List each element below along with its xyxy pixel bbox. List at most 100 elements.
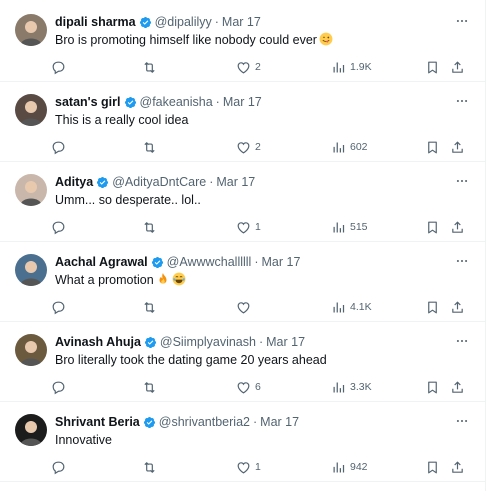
bookmark-button[interactable] [425, 57, 440, 77]
views-button[interactable]: 1.9K [331, 57, 372, 77]
reply-button[interactable] [51, 217, 70, 237]
verified-badge-icon[interactable] [143, 416, 156, 429]
bookmark-button[interactable] [425, 217, 440, 237]
repost-button[interactable] [142, 137, 161, 157]
more-options-icon[interactable] [452, 172, 472, 190]
views-button[interactable]: 4.1K [331, 297, 372, 317]
user-handle[interactable]: @dipalilyy [155, 14, 212, 31]
verified-badge-icon[interactable] [144, 336, 157, 349]
verified-badge-icon[interactable] [96, 176, 109, 189]
repost-button[interactable] [142, 57, 161, 77]
heart-icon [236, 60, 251, 75]
tweet[interactable]: Shrivant Beria @shrivantberia2 · Mar 17 … [0, 402, 486, 482]
tweet-date[interactable]: Mar 17 [260, 414, 299, 431]
tweet[interactable]: Aditya @AdityaDntCare · Mar 17 Umm... so… [0, 162, 486, 242]
views-button[interactable]: 942 [331, 457, 368, 477]
like-button[interactable]: 6 [236, 377, 261, 397]
repost-button[interactable] [142, 377, 161, 397]
winking-tongue-face-emoji-icon [319, 32, 333, 46]
tweet-text: What a promotion [55, 272, 456, 289]
reply-icon [51, 380, 66, 395]
analytics-icon [331, 220, 346, 235]
views-button[interactable]: 602 [331, 137, 368, 157]
tweet-date[interactable]: Mar 17 [223, 94, 262, 111]
views-button[interactable]: 515 [331, 217, 368, 237]
more-options-icon[interactable] [452, 332, 472, 350]
face-with-tears-of-joy-emoji-icon [172, 272, 186, 286]
display-name[interactable]: Avinash Ahuja [55, 334, 141, 351]
repost-button[interactable] [142, 217, 161, 237]
tweet[interactable]: dipali sharma @dipalilyy · Mar 17 Bro is… [0, 2, 486, 82]
display-name[interactable]: satan's girl [55, 94, 121, 111]
like-button[interactable]: 2 [236, 137, 261, 157]
separator-dot: · [209, 175, 214, 189]
tweet-text-content: Innovative [55, 433, 112, 447]
avatar[interactable] [15, 94, 47, 126]
user-handle[interactable]: @fakeanisha [140, 94, 213, 111]
verified-badge-icon[interactable] [151, 256, 164, 269]
view-count: 1.9K [350, 61, 372, 73]
bookmark-button[interactable] [425, 377, 440, 397]
display-name[interactable]: Shrivant Beria [55, 414, 140, 431]
tweet-header: satan's girl @fakeanisha · Mar 17 [55, 94, 446, 111]
display-name[interactable]: dipali sharma [55, 14, 136, 31]
tweet-date[interactable]: Mar 17 [216, 174, 255, 191]
avatar[interactable] [15, 414, 47, 446]
tweet-text-content: This is a really cool idea [55, 113, 189, 127]
tweet-date[interactable]: Mar 17 [262, 254, 301, 271]
like-button[interactable]: 1 [236, 457, 261, 477]
tweet-header: Aachal Agrawal @Awwwchallllll · Mar 17 [55, 254, 446, 271]
more-options-icon[interactable] [452, 252, 472, 270]
tweet[interactable]: Avinash Ahuja @Siimplyavinash · Mar 17 B… [0, 322, 486, 402]
tweet-actions: 4.1K [46, 297, 478, 317]
user-handle[interactable]: @Awwwchallllll [167, 254, 252, 271]
tweet-date[interactable]: Mar 17 [222, 14, 261, 31]
tweet[interactable]: satan's girl @fakeanisha · Mar 17 This i… [0, 82, 486, 162]
analytics-icon [331, 60, 346, 75]
bookmark-icon [425, 460, 440, 475]
verified-badge-icon[interactable] [139, 16, 152, 29]
bookmark-icon [425, 220, 440, 235]
tweet-date[interactable]: Mar 17 [266, 334, 305, 351]
tweet-actions: 2 602 [46, 137, 478, 157]
bookmark-button[interactable] [425, 297, 440, 317]
views-button[interactable]: 3.3K [331, 377, 372, 397]
reply-button[interactable] [51, 377, 70, 397]
reply-button[interactable] [51, 137, 70, 157]
more-options-icon[interactable] [452, 12, 472, 30]
repost-button[interactable] [142, 297, 161, 317]
tweet-header: Aditya @AdityaDntCare · Mar 17 [55, 174, 446, 191]
share-button[interactable] [450, 137, 465, 157]
more-options-icon[interactable] [452, 92, 472, 110]
user-handle[interactable]: @shrivantberia2 [159, 414, 250, 431]
avatar[interactable] [15, 334, 47, 366]
avatar[interactable] [15, 174, 47, 206]
more-options-icon[interactable] [452, 412, 472, 430]
like-button[interactable] [236, 297, 255, 317]
tweet[interactable]: Aachal Agrawal @Awwwchallllll · Mar 17 W… [0, 242, 486, 322]
reply-button[interactable] [51, 57, 70, 77]
bookmark-button[interactable] [425, 457, 440, 477]
verified-badge-icon[interactable] [124, 96, 137, 109]
reply-button[interactable] [51, 457, 70, 477]
share-button[interactable] [450, 297, 465, 317]
share-button[interactable] [450, 57, 465, 77]
share-icon [450, 220, 465, 235]
tweet-text: Umm... so desperate.. lol.. [55, 192, 456, 209]
share-button[interactable] [450, 377, 465, 397]
like-button[interactable]: 2 [236, 57, 261, 77]
display-name[interactable]: Aachal Agrawal [55, 254, 148, 271]
avatar[interactable] [15, 14, 47, 46]
user-handle[interactable]: @Siimplyavinash [160, 334, 256, 351]
reply-feed: dipali sharma @dipalilyy · Mar 17 Bro is… [0, 0, 486, 491]
share-button[interactable] [450, 457, 465, 477]
reply-button[interactable] [51, 297, 70, 317]
share-button[interactable] [450, 217, 465, 237]
avatar[interactable] [15, 254, 47, 286]
bookmark-button[interactable] [425, 137, 440, 157]
like-button[interactable]: 1 [236, 217, 261, 237]
user-handle[interactable]: @AdityaDntCare [112, 174, 206, 191]
display-name[interactable]: Aditya [55, 174, 93, 191]
bookmark-icon [425, 300, 440, 315]
repost-button[interactable] [142, 457, 161, 477]
